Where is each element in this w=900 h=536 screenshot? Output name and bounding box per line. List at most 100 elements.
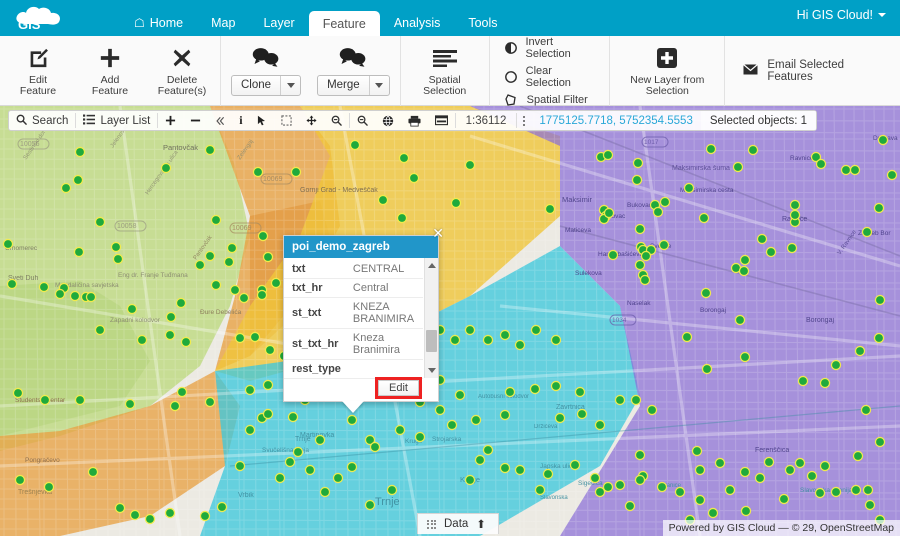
ribbon-group-new-layer: New Layer from Selection <box>610 36 725 106</box>
previous-extent-button[interactable] <box>208 111 232 130</box>
top-navigation-bar: GIS ☖ Home Map Layer Feature Analysis To… <box>0 0 900 36</box>
feature-ribbon-toolbar: Edit Feature Add Feature Delete Feature(… <box>0 36 900 106</box>
polygon-icon <box>504 94 519 106</box>
zoom-region-button[interactable] <box>324 111 349 130</box>
map-attribution: Powered by GIS Cloud — © 29, OpenStreetM… <box>663 520 900 536</box>
layer-list-button[interactable]: Layer List <box>76 111 157 130</box>
nav-item-layer[interactable]: Layer <box>249 10 308 36</box>
nav-item-map[interactable]: Map <box>197 10 249 36</box>
legend-button[interactable] <box>428 111 455 130</box>
map-coordinates[interactable]: 1775125.7718, 5752354.5553 <box>531 111 701 130</box>
nav-item-analysis[interactable]: Analysis <box>380 10 455 36</box>
ribbon-group-email: Email Selected Features <box>725 36 900 106</box>
clone-split-button: Clone <box>223 47 309 96</box>
move-arrows-icon <box>306 115 317 126</box>
arrow-up-icon[interactable]: ⬆ <box>476 517 486 531</box>
merge-dropdown-toggle[interactable] <box>369 76 389 95</box>
edit-feature-button[interactable]: Edit Feature <box>2 43 74 100</box>
layer-list-label: Layer List <box>100 115 150 127</box>
spatial-filter-item[interactable]: Spatial Filter <box>504 94 596 106</box>
svg-text:Ravnice: Ravnice <box>790 155 814 162</box>
user-menu[interactable]: Hi GIS Cloud! <box>797 8 886 22</box>
dashed-square-icon <box>281 115 292 126</box>
svg-text:Đure Debelića: Đure Debelića <box>200 309 242 316</box>
edit-button[interactable]: Edit <box>378 380 419 396</box>
nav-item-feature[interactable]: Feature <box>309 11 380 36</box>
svg-text:Maksimir: Maksimir <box>562 195 592 204</box>
clone-button[interactable]: Clone <box>232 76 280 95</box>
svg-text:Naselak: Naselak <box>627 300 651 307</box>
nav-item-tools[interactable]: Tools <box>454 10 511 36</box>
chevron-down-icon <box>375 83 383 88</box>
add-feature-button[interactable]: Add Feature <box>74 43 146 100</box>
pan-select-button[interactable] <box>250 111 274 130</box>
attr-key: st_txt_hr <box>284 329 345 360</box>
popup-title: poi_demo_zagreb <box>284 236 438 258</box>
nav-label-feature: Feature <box>323 11 366 37</box>
svg-text:1017: 1017 <box>644 139 659 146</box>
clear-selection-label: Clear Selection <box>526 65 596 89</box>
scrollbar-thumb[interactable] <box>426 330 437 352</box>
box-select-button[interactable] <box>274 111 299 130</box>
nav-item-home[interactable]: ☖ Home <box>120 10 197 36</box>
legend-icon <box>435 115 448 126</box>
edit-button-highlight: Edit <box>375 377 422 399</box>
move-button[interactable] <box>299 111 324 130</box>
clone-dropdown-toggle[interactable] <box>280 76 300 95</box>
zoom-region2-button[interactable] <box>350 111 375 130</box>
map-toolbar: Search Layer List i <box>8 110 817 131</box>
delete-features-button[interactable]: Delete Feature(s) <box>146 43 218 100</box>
globe-button[interactable] <box>375 111 401 130</box>
svg-text:Sulekova: Sulekova <box>575 270 602 277</box>
info-button[interactable]: i <box>232 111 249 130</box>
table-row: st_txt KNEZA BRANIMIRA <box>284 298 423 329</box>
brand-logo[interactable]: GIS <box>0 0 120 36</box>
svg-text:Borongaj: Borongaj <box>700 307 726 314</box>
globe-icon <box>382 115 394 127</box>
map-canvas[interactable]: Pantovčak10056100581006910069Gornji Grad… <box>0 106 900 536</box>
add-feature-label: Add Feature <box>82 75 138 98</box>
close-icon[interactable]: ✕ <box>432 227 444 239</box>
map-search-button[interactable]: Search <box>9 111 75 130</box>
zoom-out-button[interactable] <box>183 111 208 130</box>
zoom-in-button[interactable] <box>158 111 183 130</box>
spatial-filter-label: Spatial Filter <box>527 94 588 106</box>
clone-bubbles-icon <box>251 47 281 70</box>
attr-value: Central <box>345 279 423 298</box>
nav-label-home: Home <box>150 10 183 36</box>
data-panel-toggle[interactable]: Data ⬆ <box>417 513 499 534</box>
attr-key: rest_type <box>284 360 345 379</box>
svg-text:Autobusni kolodvor: Autobusni kolodvor <box>478 394 529 400</box>
plus-square-icon <box>656 45 678 71</box>
chevron-down-icon <box>287 83 295 88</box>
nav-label-tools: Tools <box>468 10 497 36</box>
invert-selection-item[interactable]: Invert Selection <box>504 36 596 60</box>
scroll-up-icon[interactable] <box>428 263 436 268</box>
user-greeting: Hi GIS Cloud! <box>797 8 873 22</box>
svg-text:10058: 10058 <box>117 223 137 230</box>
magnifier-minus-2-icon <box>357 115 368 126</box>
new-layer-from-selection-button[interactable]: New Layer from Selection <box>612 43 722 100</box>
merge-button[interactable]: Merge <box>318 76 369 95</box>
svg-text:GIS: GIS <box>18 17 41 32</box>
svg-text:Gornji Grad - Medveščak: Gornji Grad - Medveščak <box>300 187 378 194</box>
clear-selection-item[interactable]: Clear Selection <box>504 65 596 89</box>
table-row: rest_type <box>284 360 423 379</box>
empty-circle-icon <box>504 71 518 83</box>
scroll-down-icon[interactable] <box>428 368 436 373</box>
popup-scrollbar[interactable] <box>424 258 438 378</box>
map-scale: 1:36112 <box>456 111 517 130</box>
feature-info-popup: ✕ poi_demo_zagreb txt CENTRAL txt_hr Cen… <box>283 235 439 402</box>
delete-features-label-line2: Feature(s) <box>158 86 206 98</box>
svg-text:Ferenščica: Ferenščica <box>755 447 789 454</box>
spatial-selection-button[interactable]: Spatial Selection <box>403 43 487 100</box>
email-selected-features-button[interactable]: Email Selected Features <box>727 59 898 83</box>
svg-text:10069: 10069 <box>263 176 283 183</box>
data-label: Data <box>444 518 468 530</box>
edit-feature-label: Edit Feature <box>10 75 66 98</box>
svg-text:Pongračevo: Pongračevo <box>25 457 60 464</box>
print-button[interactable] <box>401 111 428 130</box>
pencil-square-icon <box>28 45 49 71</box>
coordinate-options-button[interactable] <box>517 111 531 130</box>
svg-text:Slavonska: Slavonska <box>540 495 568 501</box>
